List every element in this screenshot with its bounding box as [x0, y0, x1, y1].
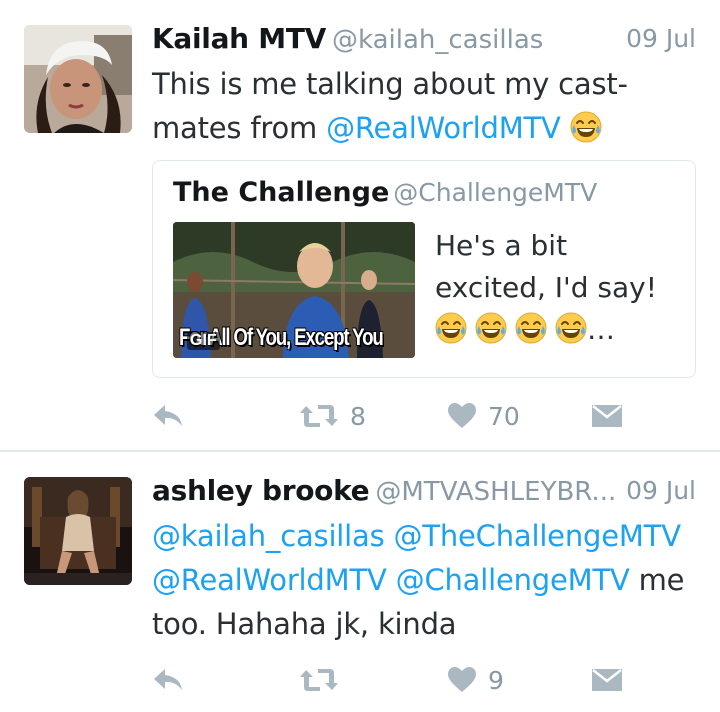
quoted-tweet-card[interactable]: The Challenge @ChallengeMTV For All Of Yo…: [152, 160, 696, 378]
heart-icon: [448, 403, 476, 428]
mention-link[interactable]: @TheChallengeMTV: [394, 519, 681, 553]
quoted-user-handle: @ChallengeMTV: [393, 178, 598, 207]
direct-message-icon: [592, 669, 622, 691]
mention-link[interactable]: @RealWorldMTV: [326, 111, 561, 145]
reply-button[interactable]: [152, 660, 184, 700]
retweet-icon: [300, 669, 338, 691]
mention-link[interactable]: @kailah_casillas: [152, 519, 385, 553]
timestamp[interactable]: 09 Jul: [626, 476, 696, 505]
tears-of-joy-emoji: [570, 111, 602, 143]
mention-link[interactable]: @ChallengeMTV: [396, 563, 630, 597]
tweet-header: ashley brooke @MTVASHLEYBR... 09 Jul: [152, 474, 696, 514]
direct-message-icon: [592, 405, 622, 427]
like-count: 9: [488, 665, 504, 695]
user-handle[interactable]: @MTVASHLEYBR...: [375, 477, 616, 507]
like-button[interactable]: 9: [448, 660, 504, 700]
reply-button[interactable]: [152, 396, 184, 436]
retweet-icon: [300, 405, 338, 427]
direct-message-button[interactable]: [592, 660, 622, 700]
display-name[interactable]: ashley brooke: [152, 474, 370, 507]
tears-of-joy-emoji: [475, 312, 507, 344]
avatar[interactable]: [24, 25, 132, 133]
quoted-text-plain: He's a bit excited, I'd say!: [435, 229, 657, 304]
mention-link[interactable]: @RealWorldMTV: [152, 563, 387, 597]
tweet-actions: 9: [152, 660, 696, 700]
gif-thumbnail[interactable]: For All Of You, Except You GIF: [173, 222, 415, 358]
quoted-tweet-text: He's a bit excited, I'd say! …: [435, 225, 685, 351]
reply-icon: [154, 669, 182, 690]
tweet-text: @kailah_casillas @TheChallengeMTV @RealW…: [152, 514, 696, 646]
user-handle[interactable]: @kailah_casillas: [332, 25, 543, 55]
like-count: 70: [488, 401, 520, 431]
reply-icon: [154, 405, 182, 426]
display-name[interactable]: Kailah MTV: [152, 22, 326, 55]
timestamp[interactable]: 09 Jul: [626, 24, 696, 53]
retweet-count: 8: [350, 401, 366, 431]
tears-of-joy-emoji: [515, 312, 547, 344]
like-button[interactable]: 70: [448, 396, 520, 436]
tweet-text: This is me talking about my cast-mates f…: [152, 62, 696, 150]
quoted-text-ellipsis: …: [587, 313, 615, 346]
heart-icon: [448, 667, 476, 692]
tears-of-joy-emoji: [435, 312, 467, 344]
tweet-actions: 8 70: [152, 396, 696, 436]
avatar[interactable]: [24, 477, 132, 585]
retweet-button[interactable]: 8: [300, 396, 366, 436]
retweet-button[interactable]: [300, 660, 338, 700]
direct-message-button[interactable]: [592, 396, 622, 436]
tweet-header: Kailah MTV @kailah_casillas 09 Jul: [152, 22, 696, 62]
quoted-display-name: The Challenge: [173, 177, 390, 208]
tweet[interactable]: Kailah MTV @kailah_casillas 09 Jul This i…: [0, 0, 720, 452]
tweet[interactable]: ashley brooke @MTVASHLEYBR... 09 Jul @kai…: [0, 452, 720, 712]
tears-of-joy-emoji: [555, 312, 587, 344]
quoted-tweet-header: The Challenge @ChallengeMTV: [173, 177, 597, 208]
gif-badge: GIF: [187, 332, 220, 350]
